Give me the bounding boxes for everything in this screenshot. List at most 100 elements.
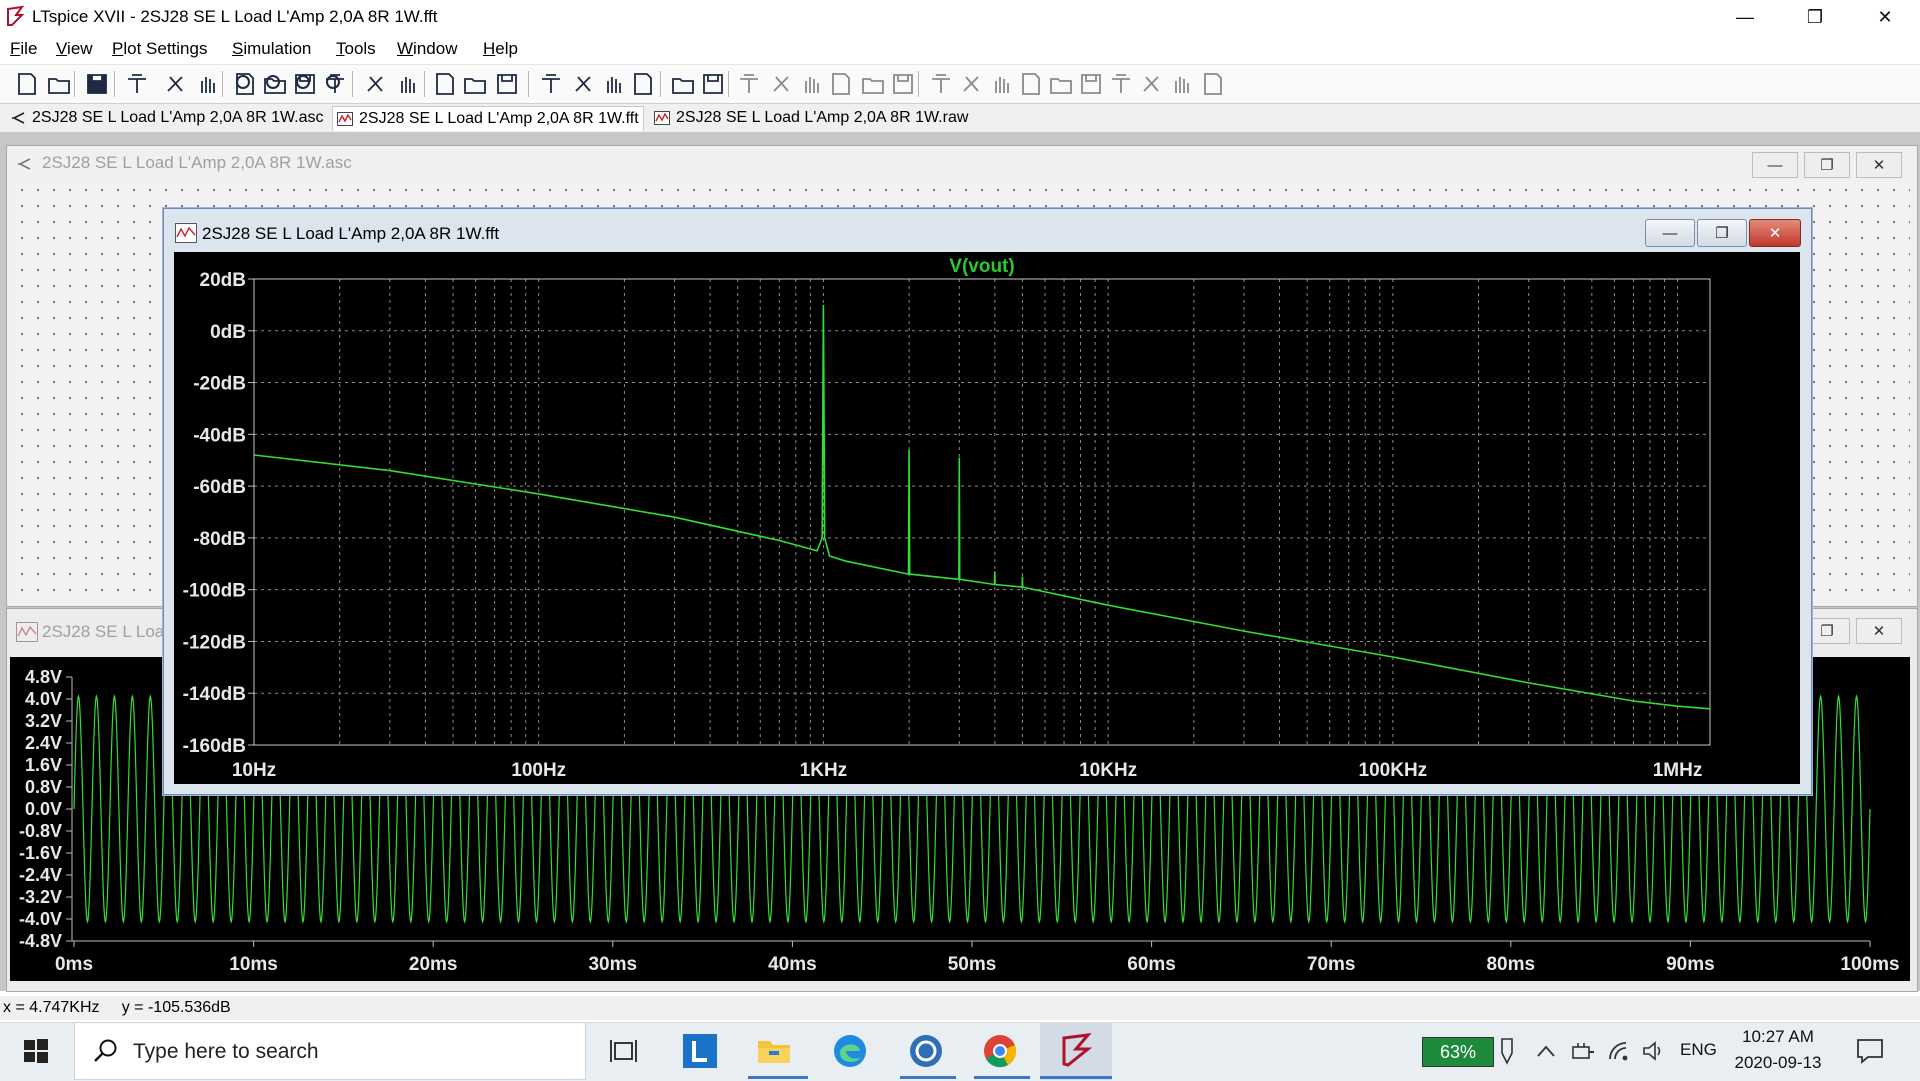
taskbar-chrome[interactable] [978, 1030, 1022, 1072]
tile-vertical-button[interactable] [494, 71, 520, 97]
save-button[interactable] [84, 71, 110, 97]
menu-help[interactable]: Help [483, 39, 518, 59]
paste-button[interactable] [600, 71, 626, 97]
new-schematic-button[interactable] [14, 71, 40, 97]
label-button[interactable] [798, 71, 824, 97]
cascade-button[interactable] [462, 71, 488, 97]
tab-raw[interactable]: 2SJ28 SE L Load L'Amp 2,0A 8R 1W.raw [650, 106, 972, 130]
tile-horizontal-button[interactable] [432, 71, 458, 97]
find-button[interactable] [630, 71, 656, 97]
y-tick-label: -0.8V [19, 821, 62, 841]
fft-restore-button[interactable]: ❐ [1697, 219, 1747, 247]
schematic-close-button[interactable]: ✕ [1856, 152, 1902, 178]
y-tick-label: -20dB [193, 374, 246, 395]
pan-icon [201, 77, 215, 93]
window-title: LTspice XVII - 2SJ28 SE L Load L'Amp 2,0… [32, 7, 438, 26]
taskbar-ltspice[interactable] [1040, 1022, 1112, 1080]
taskbar-app-l[interactable] [678, 1030, 722, 1072]
schematic-minimize-button[interactable]: — [1752, 152, 1798, 178]
drag-button[interactable] [1018, 71, 1044, 97]
tab-fft-label: 2SJ28 SE L Load L'Amp 2,0A 8R 1W.fft [359, 110, 639, 127]
capacitor-button[interactable] [860, 71, 886, 97]
zoom-full-button[interactable] [262, 71, 288, 97]
raw-close-button[interactable]: ✕ [1856, 618, 1902, 644]
menu-window[interactable]: Window [397, 39, 457, 59]
wire-button[interactable] [736, 71, 762, 97]
schematic-restore-button[interactable]: ❐ [1804, 152, 1850, 178]
x-tick-label: 10Hz [232, 760, 276, 781]
minimize-button[interactable]: — [1710, 0, 1780, 34]
spice-directive-button[interactable] [1200, 71, 1226, 97]
y-tick-label: -2.4V [19, 865, 62, 885]
toolbar [0, 64, 1920, 104]
pen-button[interactable] [1492, 1030, 1522, 1072]
zoom-in-button[interactable] [232, 71, 258, 97]
taskbar-search-box[interactable]: Type here to search [74, 1022, 586, 1080]
battery-indicator[interactable]: 63% [1422, 1037, 1494, 1067]
notifications-button[interactable] [1848, 1030, 1892, 1072]
inductor-button[interactable] [890, 71, 916, 97]
task-view-button[interactable] [602, 1030, 646, 1072]
wire-icon [740, 74, 758, 93]
status-bar: x = 4.747KHz y = -105.536dB [0, 996, 1920, 1020]
pen-icon [1501, 1038, 1513, 1065]
pan-button[interactable] [194, 71, 220, 97]
taskbar-edge[interactable] [828, 1030, 872, 1072]
start-button[interactable] [14, 1030, 58, 1072]
copy-button[interactable] [570, 71, 596, 97]
menu-tools[interactable]: Tools [336, 39, 376, 59]
wifi-icon [1609, 1042, 1628, 1061]
toolbar-separator [424, 71, 425, 97]
text-button[interactable] [1168, 71, 1194, 97]
volume-button[interactable] [1636, 1030, 1672, 1072]
menu-plot-settings[interactable]: Plot Settings [112, 39, 207, 59]
active-app-indicator [1040, 1076, 1112, 1079]
redo-button[interactable] [1078, 71, 1104, 97]
capacitor-icon [862, 78, 884, 94]
fft-close-button[interactable]: ✕ [1749, 219, 1801, 247]
chevron-up-icon [1537, 1045, 1555, 1057]
open-button[interactable] [46, 71, 72, 97]
undo-button[interactable] [1048, 71, 1074, 97]
taskbar-app-blue[interactable] [904, 1030, 948, 1072]
rotate-button[interactable] [1108, 71, 1134, 97]
toolbar-separator [528, 71, 529, 97]
zoom-cancel-button[interactable] [322, 71, 348, 97]
fft-plot[interactable]: 20dB 0dB -20dB -40dB -60dB -80dB -100dB -120dB -… [174, 252, 1800, 784]
clock-time[interactable]: 10:27 AM [1734, 1027, 1822, 1047]
print-setup-button[interactable] [700, 71, 726, 97]
open-icon [48, 78, 70, 94]
find-icon [634, 73, 652, 95]
folder-icon [758, 1041, 790, 1063]
move-button[interactable] [988, 71, 1014, 97]
ground-button[interactable] [768, 71, 794, 97]
clock-date[interactable]: 2020-09-13 [1730, 1053, 1826, 1073]
run-button[interactable] [162, 71, 188, 97]
x-tick-label: 60ms [1127, 954, 1176, 975]
zoom-out-button[interactable] [292, 71, 318, 97]
cut-button[interactable] [538, 71, 564, 97]
control-panel-button[interactable] [124, 71, 150, 97]
print-button[interactable] [670, 71, 696, 97]
wifi-button[interactable] [1600, 1030, 1640, 1072]
menu-file[interactable]: File [10, 39, 37, 59]
menu-view[interactable]: View [56, 39, 93, 59]
tab-fft[interactable]: 2SJ28 SE L Load L'Amp 2,0A 8R 1W.fft [332, 106, 644, 131]
x-tick-label: 70ms [1307, 954, 1356, 975]
autorange-button[interactable] [362, 71, 388, 97]
mirror-button[interactable] [1138, 71, 1164, 97]
close-button[interactable]: ✕ [1850, 0, 1920, 34]
diode-button[interactable] [928, 71, 954, 97]
language-indicator[interactable]: ENG [1680, 1040, 1717, 1060]
component-button[interactable] [958, 71, 984, 97]
tab-asc[interactable]: 2SJ28 SE L Load L'Amp 2,0A 8R 1W.asc [6, 106, 328, 130]
plot-settings-button[interactable] [394, 71, 420, 97]
taskbar-file-explorer[interactable] [752, 1030, 796, 1072]
power-button[interactable] [1562, 1030, 1602, 1072]
l-app-icon [683, 1034, 717, 1068]
restore-button[interactable]: ❐ [1780, 0, 1850, 34]
menu-simulation[interactable]: Simulation [232, 39, 311, 59]
resistor-button[interactable] [828, 71, 854, 97]
fft-minimize-button[interactable]: — [1645, 219, 1695, 247]
run-icon [167, 76, 183, 92]
